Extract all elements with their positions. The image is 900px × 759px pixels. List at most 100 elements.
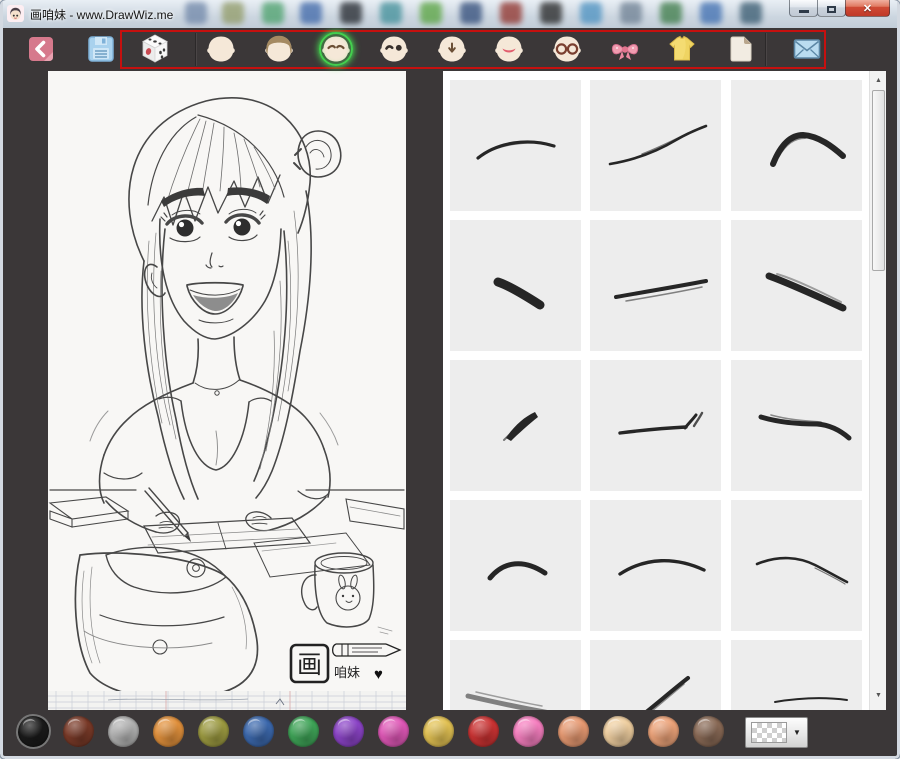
maximize-button[interactable] <box>817 0 846 17</box>
eyebrows-button[interactable] <box>317 30 355 68</box>
eyebrow-thumbnail-brow-9[interactable] <box>731 360 862 491</box>
background-button[interactable] <box>724 33 756 65</box>
scroll-down-button[interactable]: ▼ <box>871 688 886 704</box>
save-floppy-icon <box>88 36 114 62</box>
eyebrow-thumbnail-brow-3[interactable] <box>731 80 862 211</box>
randomize-button[interactable] <box>139 33 171 65</box>
eyebrow-thumbnail-brow-5[interactable] <box>590 220 721 351</box>
color-swatch-15[interactable] <box>648 716 679 747</box>
background-app-icon-blur <box>740 2 762 24</box>
minimize-button[interactable] <box>789 0 818 17</box>
eyebrow-thumbnail-brow-8[interactable] <box>590 360 721 491</box>
minimize-icon <box>798 10 809 13</box>
scroll-thumb[interactable] <box>872 90 885 271</box>
face-nose-icon <box>438 36 466 62</box>
color-swatch-5[interactable] <box>198 716 229 747</box>
color-swatch-3[interactable] <box>108 716 139 747</box>
face-mouth-icon <box>495 36 523 62</box>
eyebrow-thumbnail-brow-1[interactable] <box>450 80 581 211</box>
color-swatch-7[interactable] <box>288 716 319 747</box>
eyebrow-sketch <box>503 412 538 441</box>
face-eyes-icon <box>380 36 408 62</box>
scrollbar[interactable]: ▲ ▼ <box>869 71 886 710</box>
toolbar <box>3 28 897 71</box>
background-app-icon-blur <box>222 2 244 24</box>
hair-button[interactable] <box>263 33 295 65</box>
main-content: 画 咱妹 ♥ ▲ ▼ <box>3 71 897 710</box>
eyes-button[interactable] <box>378 33 410 65</box>
color-swatch-10[interactable] <box>423 716 454 747</box>
scroll-up-button[interactable]: ▲ <box>871 73 886 89</box>
background-app-icon-blur <box>185 2 207 24</box>
nose-button[interactable] <box>436 33 468 65</box>
color-swatch-14[interactable] <box>603 716 634 747</box>
clothes-button[interactable] <box>666 33 698 65</box>
color-swatch-16[interactable] <box>693 716 724 747</box>
face-shape-button[interactable] <box>205 33 237 65</box>
close-button[interactable]: ✕ <box>845 0 890 17</box>
background-app-icon-blur <box>700 2 722 24</box>
eyebrow-thumbnail-brow-14[interactable] <box>590 640 721 710</box>
background-app-icon-blur <box>460 2 482 24</box>
tshirt-icon <box>669 35 695 61</box>
eyebrow-sketch <box>608 124 708 166</box>
pattern-dropdown[interactable]: ▼ <box>745 717 808 748</box>
share-button[interactable] <box>791 33 823 65</box>
envelope-icon <box>793 39 821 59</box>
eyebrow-thumbnail-brow-13[interactable] <box>450 640 581 710</box>
svg-text:♥: ♥ <box>374 666 383 683</box>
face-blank-icon <box>207 36 235 62</box>
maximize-icon <box>827 5 836 13</box>
eyebrow-selection-panel: ▲ ▼ <box>443 71 886 710</box>
back-arrow-icon <box>29 37 53 61</box>
svg-text:咱妹: 咱妹 <box>334 665 360 680</box>
eyebrow-thumbnail-brow-11[interactable] <box>590 500 721 631</box>
color-palette-bar: ▼ <box>3 710 897 756</box>
face-hair-icon <box>265 35 293 62</box>
background-app-icon-blur <box>540 2 562 24</box>
mouth-button[interactable] <box>493 33 525 65</box>
back-button[interactable] <box>25 33 57 65</box>
eyebrow-sketch <box>770 131 846 167</box>
eyebrow-sketch <box>758 414 852 441</box>
color-swatch-13[interactable] <box>558 716 589 747</box>
save-button[interactable] <box>85 33 117 65</box>
toolbar-separator <box>765 33 767 66</box>
eyebrow-sketch <box>493 277 545 310</box>
color-swatch-6[interactable] <box>243 716 274 747</box>
eyebrow-thumbnail-brow-10[interactable] <box>450 500 581 631</box>
color-swatch-8[interactable] <box>333 716 364 747</box>
background-app-icon-blur <box>500 2 522 24</box>
background-app-icon-blur <box>660 2 682 24</box>
chevron-down-icon: ▼ <box>793 728 801 737</box>
title-bar[interactable]: 画咱妹 - www.DrawWiz.me ✕ <box>0 0 900 28</box>
color-swatch-4[interactable] <box>153 716 184 747</box>
background-app-icon-blur <box>380 2 402 24</box>
drawwiz-logo: 画 咱妹 ♥ <box>289 643 402 684</box>
graph-paper-strip <box>48 691 406 710</box>
toolbar-separator <box>195 33 197 66</box>
eyebrow-thumbnail-brow-2[interactable] <box>590 80 721 211</box>
eyebrow-thumbnail-brow-6[interactable] <box>731 220 862 351</box>
eyebrow-thumbnail-brow-15[interactable] <box>731 640 862 710</box>
accessory-button[interactable] <box>609 33 641 65</box>
background-app-icon-blur <box>420 2 442 24</box>
color-swatch-1[interactable] <box>18 716 49 747</box>
color-swatch-12[interactable] <box>513 716 544 747</box>
color-swatch-11[interactable] <box>468 716 499 747</box>
paper-icon <box>730 36 752 62</box>
color-swatch-9[interactable] <box>378 716 409 747</box>
girl-sketch: 画 咱妹 ♥ <box>48 97 406 710</box>
background-app-icon-blur <box>300 2 322 24</box>
window-title: 画咱妹 - www.DrawWiz.me <box>30 8 174 22</box>
eyebrow-thumbnail-brow-12[interactable] <box>731 500 862 631</box>
transparent-checker-swatch <box>751 722 787 743</box>
eyebrow-sketch <box>614 279 708 302</box>
eyebrow-sketch <box>645 676 690 710</box>
background-app-icon-blur <box>262 2 284 24</box>
eyebrow-thumbnail-brow-7[interactable] <box>450 360 581 491</box>
glasses-button[interactable] <box>551 33 583 65</box>
eyebrow-thumbnail-brow-4[interactable] <box>450 220 581 351</box>
svg-text:画: 画 <box>297 651 322 679</box>
color-swatch-2[interactable] <box>63 716 94 747</box>
